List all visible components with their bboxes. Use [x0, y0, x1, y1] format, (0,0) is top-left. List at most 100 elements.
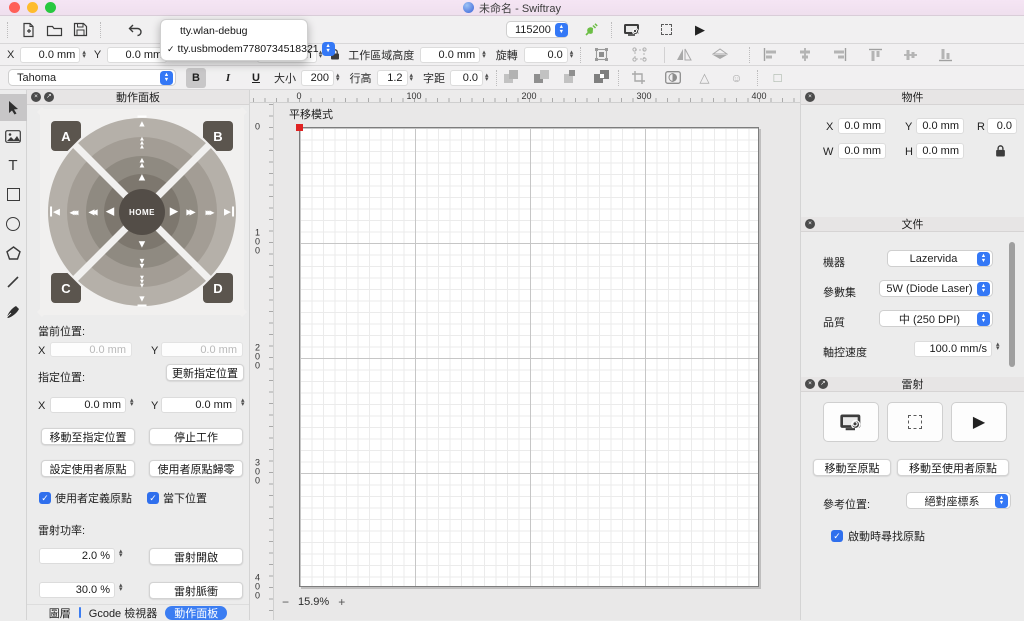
serial-port-option[interactable]: tty.wlan-debug: [164, 22, 304, 40]
tab-action-panel-selected[interactable]: 動作面板: [165, 605, 228, 620]
union-button[interactable]: [503, 70, 521, 85]
object-x-field[interactable]: 0.0 mm: [838, 118, 886, 134]
difference-button[interactable]: [593, 70, 611, 85]
work-area[interactable]: [296, 124, 759, 587]
rectangle-tool-button[interactable]: [0, 181, 27, 208]
text-tool-button[interactable]: T: [0, 152, 27, 179]
ungroup-button[interactable]: [626, 44, 652, 66]
object-height-field[interactable]: 0.0 mm: [916, 143, 964, 159]
rotate-field[interactable]: 0.0: [523, 46, 568, 63]
jog-right-end-button[interactable]: ▶: [224, 206, 234, 218]
align-left-button[interactable]: [757, 44, 783, 66]
move-to-user-origin-button[interactable]: 移動至使用者原點: [897, 459, 1009, 476]
mask-button[interactable]: □: [765, 67, 791, 89]
jog-up-2-button[interactable]: ▲ ▲: [138, 156, 146, 168]
pen-tool-button[interactable]: [0, 297, 27, 324]
frame-preview-button[interactable]: [653, 19, 679, 41]
zoom-in-button[interactable]: +: [338, 595, 345, 609]
align-center-horizontal-button[interactable]: [792, 44, 818, 66]
current-pos-checkbox[interactable]: ✓ 當下位置: [147, 490, 207, 506]
close-panel-icon[interactable]: ×: [805, 379, 815, 389]
group-button[interactable]: [588, 44, 614, 66]
find-origin-checkbox[interactable]: ✓ 啟動時尋找原點: [831, 528, 925, 544]
subtract-button[interactable]: [533, 70, 551, 85]
jog-up-1-button[interactable]: ▲: [137, 172, 148, 184]
laser-on-button[interactable]: 雷射開啟: [149, 548, 243, 565]
quality-select[interactable]: 中 (250 DPI) ▲ ▼: [879, 310, 993, 327]
zoom-window-button[interactable]: [45, 2, 56, 13]
y-position-field[interactable]: 0.0 mm: [107, 46, 168, 63]
align-top-button[interactable]: [862, 44, 888, 66]
polygon-tool-button[interactable]: [0, 239, 27, 266]
undock-panel-icon[interactable]: ↗: [44, 92, 54, 102]
font-family-select[interactable]: Tahoma ▲ ▼: [8, 69, 176, 86]
start-job-big-button[interactable]: ▶: [951, 402, 1007, 442]
select-tool-button[interactable]: [0, 94, 27, 121]
minimize-window-button[interactable]: [27, 2, 38, 13]
axis-speed-field[interactable]: 100.0 mm/s: [914, 341, 992, 357]
baud-rate-select[interactable]: 115200 ▲ ▼: [506, 21, 568, 38]
bold-button[interactable]: B: [186, 67, 206, 88]
object-width-field[interactable]: 0.0 mm: [838, 143, 886, 159]
undo-button[interactable]: [122, 19, 148, 41]
close-panel-icon[interactable]: ×: [805, 219, 815, 229]
lock-aspect-button[interactable]: [995, 145, 1006, 157]
jog-left-2-button[interactable]: ◀◀: [88, 207, 97, 218]
new-file-button[interactable]: [15, 19, 41, 41]
tab-layers[interactable]: 圖層: [49, 605, 71, 621]
stop-button[interactable]: 停止工作: [149, 428, 243, 445]
stepper-icon[interactable]: ▴▾: [482, 49, 486, 60]
stepper-icon[interactable]: ▴▾: [485, 72, 489, 83]
home-button[interactable]: HOME: [119, 189, 165, 235]
align-bottom-button[interactable]: [932, 44, 958, 66]
jog-up-end-button[interactable]: ▲: [137, 115, 147, 130]
preset-select[interactable]: 5W (Diode Laser) ▲ ▼: [879, 280, 993, 297]
ellipse-tool-button[interactable]: [0, 210, 27, 237]
target-y-field[interactable]: 0.0 mm: [161, 397, 237, 413]
frame-job-big-button[interactable]: [887, 402, 943, 442]
jog-left-3-button[interactable]: ◀◀◀: [70, 207, 79, 218]
zoom-out-button[interactable]: −: [282, 595, 289, 609]
move-to-target-button[interactable]: 移動至指定位置: [41, 428, 135, 445]
jog-left-end-button[interactable]: ◀: [50, 206, 60, 218]
object-y-field[interactable]: 0.0 mm: [916, 118, 964, 134]
undock-panel-icon[interactable]: ↗: [818, 379, 828, 389]
invert-button[interactable]: [660, 67, 686, 89]
stepper-icon[interactable]: ▴▾: [119, 548, 123, 559]
stepper-icon[interactable]: ▴▾: [119, 582, 123, 593]
stepper-icon[interactable]: ▴▾: [996, 341, 1000, 352]
stepper-icon[interactable]: ▴▾: [82, 49, 86, 60]
jog-down-3-button[interactable]: ▼ ▼ ▼: [139, 275, 145, 289]
work-height-field[interactable]: 0.0 mm: [420, 46, 481, 63]
laser-pulse-button[interactable]: 雷射脈衝: [149, 582, 243, 599]
underline-button[interactable]: U: [246, 72, 266, 84]
flip-horizontal-button[interactable]: [671, 44, 697, 66]
camera-preview-big-button[interactable]: [823, 402, 879, 442]
set-user-origin-button[interactable]: 設定使用者原點: [41, 460, 135, 477]
flip-vertical-button[interactable]: [707, 44, 733, 66]
laser-power-high-field[interactable]: 30.0 %: [39, 582, 115, 598]
jog-left-1-button[interactable]: ◀: [106, 206, 114, 218]
close-panel-icon[interactable]: ×: [805, 92, 815, 102]
jog-right-1-button[interactable]: ▶: [170, 206, 178, 218]
target-x-field[interactable]: 0.0 mm: [50, 397, 126, 413]
x-position-field[interactable]: 0.0 mm: [20, 46, 81, 63]
close-panel-icon[interactable]: ×: [31, 92, 41, 102]
user-origin-checkbox[interactable]: ✓ 使用者定義原點: [39, 490, 132, 506]
jog-down-1-button[interactable]: ▼: [137, 239, 148, 251]
jog-right-3-button[interactable]: ▶▶▶: [206, 207, 215, 218]
update-target-button[interactable]: 更新指定位置: [166, 364, 244, 381]
font-size-field[interactable]: 200: [301, 69, 334, 86]
object-rotation-field[interactable]: 0.0: [987, 118, 1017, 134]
serial-port-option-selected[interactable]: ✓ tty.usbmodem7780734518321 ▲ ▼: [164, 40, 335, 58]
jog-up-3-button[interactable]: ▲ ▲ ▲: [139, 136, 145, 150]
open-file-button[interactable]: [41, 19, 67, 41]
close-window-button[interactable]: [9, 2, 20, 13]
jog-down-end-button[interactable]: ▼: [137, 293, 147, 307]
canvas-area[interactable]: 0 100 200 300 400 0 100 200 300 400 平移模式…: [250, 90, 800, 620]
reset-user-origin-button[interactable]: 使用者原點歸零: [149, 460, 243, 477]
stepper-icon[interactable]: ▴▾: [130, 397, 134, 408]
align-right-button[interactable]: [827, 44, 853, 66]
sharpen-button[interactable]: △: [692, 67, 718, 89]
move-to-origin-button[interactable]: 移動至原點: [813, 459, 891, 476]
